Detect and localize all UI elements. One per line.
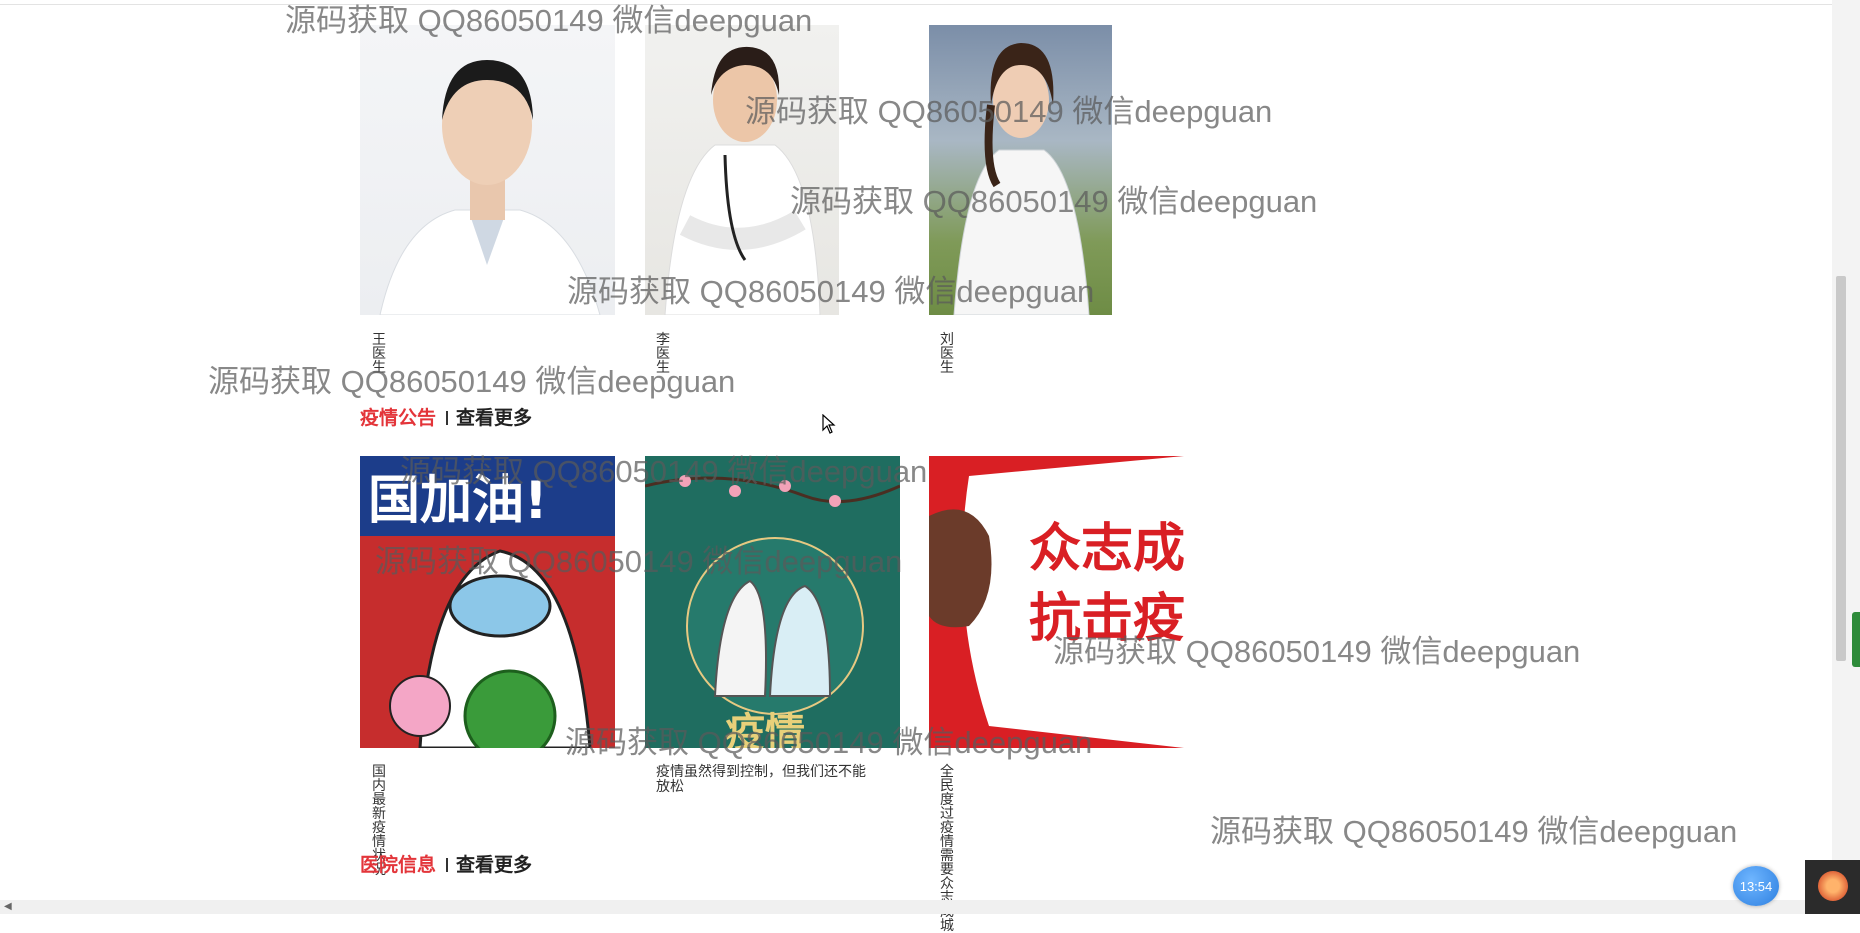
clock-badge[interactable]: 13:54 — [1733, 866, 1779, 906]
watermark: 源码获取 QQ86050149 微信deepguan — [567, 274, 1095, 309]
watermark: 源码获取 QQ86050149 微信deepguan — [208, 364, 736, 399]
side-tab[interactable] — [1852, 612, 1860, 667]
divider — [446, 858, 449, 872]
watermark: 源码获取 QQ86050149 微信deepguan — [1053, 634, 1581, 669]
section-title[interactable]: 医院信息 — [360, 855, 436, 876]
watermark: 源码获取 QQ86050149 微信deepguan — [745, 94, 1273, 129]
watermark: 源码获取 QQ86050149 微信deepguan — [565, 725, 1093, 760]
watermark: 源码获取 QQ86050149 微信deepguan — [1210, 814, 1738, 849]
notice-section-header: 疫情公告 查看更多 — [360, 409, 532, 429]
more-link[interactable]: 查看更多 — [456, 408, 532, 429]
tray-app[interactable] — [1805, 860, 1860, 914]
notice-image[interactable]: 国加油! — [360, 456, 615, 748]
notice-image[interactable]: 众志成 抗击疫 — [929, 456, 1184, 748]
doctor-photo[interactable] — [929, 25, 1112, 315]
doctor-name[interactable]: 刘医生 — [940, 332, 954, 374]
gear-icon[interactable] — [1818, 871, 1848, 901]
svg-text:众志成: 众志成 — [1029, 519, 1184, 579]
vertical-scrollbar[interactable] — [1832, 0, 1860, 900]
hospital-section-header: 医院信息 查看更多 — [360, 856, 532, 876]
scrollbar-thumb[interactable] — [1836, 276, 1846, 661]
scroll-left-icon[interactable]: ◀ — [4, 901, 12, 912]
mouse-cursor-icon — [822, 413, 836, 439]
section-title[interactable]: 疫情公告 — [360, 408, 436, 429]
watermark: 源码获取 QQ86050149 微信deepguan — [790, 184, 1318, 219]
top-divider — [0, 4, 1860, 5]
watermark: 源码获取 QQ86050149 微信deepguan — [285, 3, 813, 38]
watermark: 源码获取 QQ86050149 微信deepguan — [375, 544, 903, 579]
notice-title[interactable]: 疫情虽然得到控制，但我们还不能放松 — [656, 764, 876, 794]
divider — [446, 411, 449, 425]
doctor-photo[interactable] — [645, 25, 839, 315]
notice-image[interactable]: 疫情 — [645, 456, 900, 748]
watermark: 源码获取 QQ86050149 微信deepguan — [400, 454, 928, 489]
horizontal-scrollbar[interactable]: ◀ — [0, 900, 1860, 914]
doctor-photo[interactable] — [360, 25, 615, 315]
more-link[interactable]: 查看更多 — [456, 855, 532, 876]
